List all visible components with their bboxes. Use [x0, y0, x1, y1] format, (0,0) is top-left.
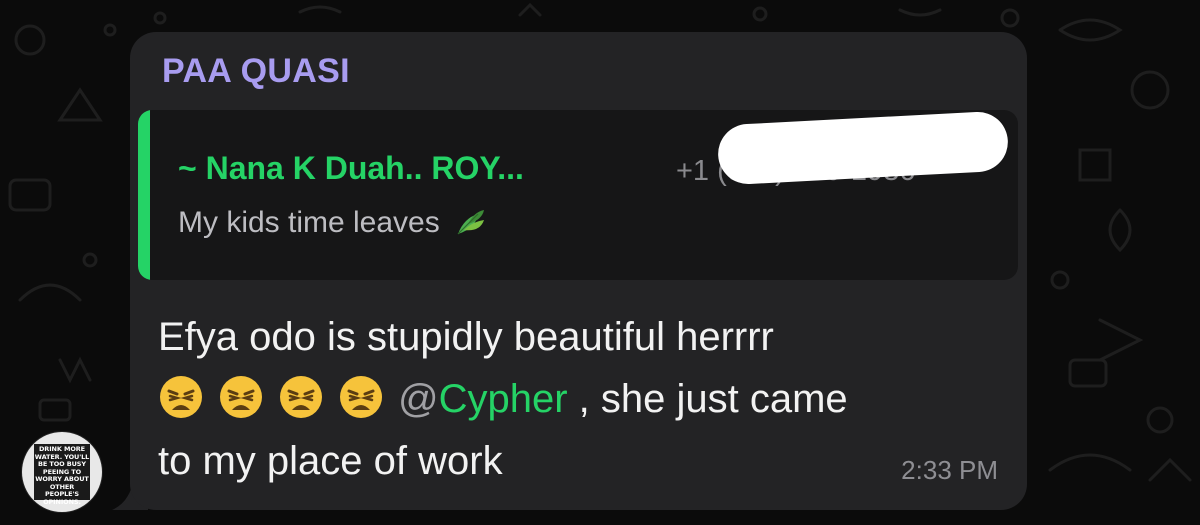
weary-face-icon: [338, 374, 384, 420]
avatar-image-text: DRINK MORE WATER. YOU'LL BE TOO BUSY PEE…: [34, 444, 90, 506]
mention-at-sign: @: [398, 377, 439, 421]
sender-avatar[interactable]: DRINK MORE WATER. YOU'LL BE TOO BUSY PEE…: [22, 432, 102, 512]
message-text: Efya odo is stupidly beautiful herrrr @C…: [158, 306, 1018, 492]
quoted-author: ~ Nana K Duah.. ROY...: [178, 150, 524, 186]
message-line-3: to my place of work: [158, 439, 503, 483]
weary-face-icon: [218, 374, 264, 420]
quoted-text-row: My kids time leaves: [178, 206, 488, 246]
weary-face-icon: [278, 374, 324, 420]
weary-face-icon: [158, 374, 204, 420]
message-after-mention: , she just came: [567, 377, 848, 421]
message-line-1: Efya odo is stupidly beautiful herrrr: [158, 315, 774, 359]
redaction-scribble: [716, 110, 1010, 186]
quoted-message[interactable]: ~ Nana K Duah.. ROY... +1 (000) 000-1936…: [138, 110, 1018, 280]
quote-accent-bar: [138, 110, 150, 280]
quoted-text: My kids time leaves: [178, 206, 440, 239]
herb-icon: [454, 208, 488, 246]
mention-link[interactable]: @Cypher: [398, 377, 568, 421]
message-line-2: @Cypher , she just came: [158, 368, 1018, 430]
mention-name: Cypher: [438, 377, 568, 421]
sender-name[interactable]: PAA QUASI: [162, 52, 350, 91]
message-timestamp: 2:33 PM: [901, 455, 998, 485]
